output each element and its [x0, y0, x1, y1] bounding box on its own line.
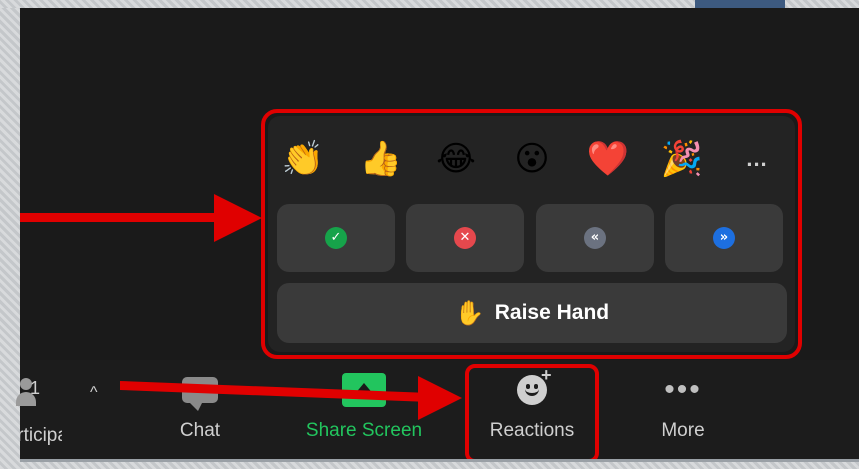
thumbs-up-icon: 👍	[359, 140, 403, 178]
slow-down-button[interactable]: «	[536, 204, 654, 272]
share-screen-button[interactable]: Share Screen	[296, 370, 432, 458]
clapping-hands-icon: 👏	[281, 140, 325, 178]
raised-hand-icon: ✋	[454, 299, 485, 327]
more-label: More	[661, 420, 705, 441]
share-screen-icon	[342, 373, 386, 407]
clapping-hands-emoji-button[interactable]: 👏	[280, 136, 326, 182]
open-mouth-icon: 😮	[514, 140, 550, 178]
raise-hand-button[interactable]: ✋ Raise Hand	[277, 283, 787, 343]
emoji-row: 👏 👍 😂 😮 ❤️ 🎉 ...	[280, 136, 780, 182]
bottom-border-line	[20, 459, 859, 462]
chat-button[interactable]: Chat	[172, 370, 228, 458]
reactions-label: Reactions	[489, 420, 575, 441]
rewind-icon: «	[584, 227, 606, 249]
meeting-toolbar	[20, 360, 859, 459]
participants-label: Participants	[20, 425, 62, 446]
more-dots-icon: ...	[746, 146, 768, 171]
top-window-strip	[695, 0, 785, 8]
more-icon: •••	[664, 373, 702, 406]
reactions-button[interactable]: + Reactions	[475, 365, 589, 458]
tears-of-joy-emoji-button[interactable]: 😂	[433, 136, 479, 182]
party-popper-emoji-button[interactable]: 🎉	[659, 136, 705, 182]
heart-icon: ❤️	[586, 140, 630, 178]
checkmark-icon: ✓	[325, 227, 347, 249]
chat-icon	[182, 377, 218, 411]
thumbs-up-emoji-button[interactable]: 👍	[358, 136, 404, 182]
heart-emoji-button[interactable]: ❤️	[585, 136, 631, 182]
caret-up-icon[interactable]: ^	[90, 384, 98, 402]
fast-forward-icon: »	[713, 227, 735, 249]
party-popper-icon: 🎉	[660, 140, 704, 178]
no-button[interactable]: ✕	[406, 204, 524, 272]
chat-label: Chat	[179, 420, 221, 441]
more-button[interactable]: ••• More	[648, 370, 718, 458]
more-emojis-button[interactable]: ...	[734, 136, 780, 182]
tears-of-joy-icon: 😂	[436, 140, 476, 178]
cross-icon: ✕	[454, 227, 476, 249]
share-screen-label: Share Screen	[305, 420, 423, 441]
open-mouth-emoji-button[interactable]: 😮	[509, 136, 555, 182]
add-reaction-icon: +	[517, 365, 552, 405]
participants-count: 1	[30, 378, 41, 398]
speed-up-button[interactable]: »	[665, 204, 783, 272]
raise-hand-label: Raise Hand	[494, 301, 610, 324]
yes-button[interactable]: ✓	[277, 204, 395, 272]
